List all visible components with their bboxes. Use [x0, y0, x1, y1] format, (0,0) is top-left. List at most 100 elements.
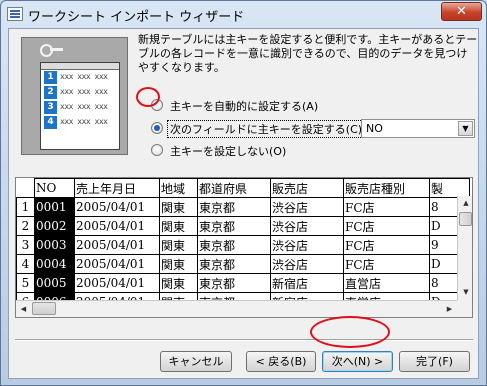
table-cell: 関東	[159, 235, 198, 255]
radio-choose-key[interactable]	[151, 122, 163, 134]
key-cell: 0002	[34, 216, 75, 236]
key-number-badge: 2	[44, 86, 57, 99]
primary-key-illustration: 1 xxx xxx xxx 2 xxx xxx xxx 3 xxx xxx xx…	[21, 37, 128, 155]
table-cell: 東京都	[197, 235, 271, 255]
column-header[interactable]: 売上年月日	[74, 178, 160, 198]
primary-key-field-select[interactable]: NO ▼	[361, 119, 475, 138]
scroll-right-icon[interactable]: ▶	[442, 301, 457, 317]
data-preview-grid[interactable]: NO 売上年月日 地域 都道府県 販売店 販売店種別 製 1 0001 2005…	[15, 177, 473, 318]
table-cell: 2005/04/01	[74, 254, 160, 274]
table-row: 4 0004 2005/04/01 関東 東京都 渋谷店 FC店 D	[16, 254, 470, 274]
corner-cell	[16, 178, 35, 198]
horizontal-scrollbar[interactable]: ◀ ▶	[16, 300, 457, 317]
primary-key-field-value: NO	[366, 122, 383, 135]
row-number: 5	[16, 273, 35, 293]
table-row: 2 0002 2005/04/01 関東 東京都 渋谷店 FC店 D	[16, 216, 470, 236]
back-button[interactable]: < 戻る(B)	[246, 351, 316, 372]
key-cell: 0005	[34, 273, 75, 293]
vertical-scrollbar[interactable]: ▲ ▼	[457, 196, 472, 300]
chevron-down-icon[interactable]: ▼	[458, 121, 473, 136]
table-cell: 2005/04/01	[74, 197, 160, 217]
row-number: 3	[16, 235, 35, 255]
row-number: 4	[16, 254, 35, 274]
illustration-row: 4 xxx xxx xxx	[41, 115, 119, 130]
close-button[interactable]: ✕	[441, 2, 482, 21]
row-number: 2	[16, 216, 35, 236]
title-bar[interactable]: ワークシート インポート ウィザード ✕	[1, 1, 486, 29]
illustration-table-header	[41, 63, 119, 70]
key-number-badge: 4	[44, 116, 57, 129]
table-row: 1 0001 2005/04/01 関東 東京都 渋谷店 FC店 8	[16, 197, 470, 217]
table-cell: 2005/04/01	[74, 235, 160, 255]
table-cell: 渋谷店	[270, 235, 344, 255]
column-header[interactable]: NO	[34, 178, 75, 198]
preview-table: NO 売上年月日 地域 都道府県 販売店 販売店種別 製 1 0001 2005…	[16, 178, 470, 312]
table-row: 5 0005 2005/04/01 関東 東京都 新宿店 直営店 8	[16, 273, 470, 293]
table-cell: 2005/04/01	[74, 273, 160, 293]
window-title: ワークシート インポート ウィザード	[28, 10, 245, 25]
description-text: 新規テーブルには主キーを設定すると便利です。主キーがあるとテーブルの各レコードを…	[138, 33, 478, 74]
key-number-badge: 1	[44, 71, 57, 84]
table-cell: 直営店	[343, 273, 430, 293]
key-number-badge: 3	[44, 101, 57, 114]
table-row: 3 0003 2005/04/01 関東 東京都 渋谷店 FC店 9	[16, 235, 470, 255]
option-choose-key-label: 次のフィールドに主キーを設定する(C)	[167, 120, 366, 138]
table-cell: 2005/04/01	[74, 216, 160, 236]
scroll-left-icon[interactable]: ◀	[16, 301, 31, 317]
key-cell: 0003	[34, 235, 75, 255]
option-auto-key[interactable]: 主キーを自動的に設定する(A)	[151, 97, 351, 113]
table-cell: FC店	[343, 197, 430, 217]
column-header[interactable]: 販売店	[270, 178, 344, 198]
wizard-window: ワークシート インポート ウィザード ✕ 1 xxx xxx xxx 2 xxx…	[0, 0, 487, 386]
placeholder-text: xxx xxx xxx	[60, 117, 108, 126]
table-cell: 渋谷店	[270, 197, 344, 217]
option-choose-key[interactable]: 次のフィールドに主キーを設定する(C)	[151, 120, 366, 138]
illustration-table: 1 xxx xxx xxx 2 xxx xxx xxx 3 xxx xxx xx…	[40, 62, 120, 150]
column-header[interactable]: 地域	[159, 178, 198, 198]
finish-button[interactable]: 完了(F)	[399, 351, 470, 372]
highlight-circle-next	[310, 316, 390, 348]
scroll-up-icon[interactable]: ▲	[458, 196, 472, 211]
column-header[interactable]: 販売店種別	[343, 178, 430, 198]
illustration-row: 1 xxx xxx xxx	[41, 70, 119, 85]
placeholder-text: xxx xxx xxx	[60, 72, 108, 81]
scrollbar-corner	[457, 300, 472, 317]
horizontal-scroll-thumb[interactable]	[32, 302, 56, 315]
illustration-row: 3 xxx xxx xxx	[41, 100, 119, 115]
vertical-scroll-thumb[interactable]	[459, 212, 472, 226]
highlight-circle-radio	[136, 87, 160, 107]
key-cell: 0001	[34, 197, 75, 217]
option-no-key-label: 主キーを設定しない(O)	[170, 145, 287, 158]
table-cell: 渋谷店	[270, 216, 344, 236]
column-header[interactable]: 都道府県	[197, 178, 271, 198]
next-button[interactable]: 次へ(N) >	[322, 351, 393, 372]
illustration-row: 2 xxx xxx xxx	[41, 85, 119, 100]
table-cell: 新宿店	[270, 273, 344, 293]
table-cell: 東京都	[197, 197, 271, 217]
table-cell: 東京都	[197, 216, 271, 236]
column-header[interactable]: 製	[429, 178, 470, 198]
cancel-button[interactable]: キャンセル	[160, 351, 232, 372]
table-header-row: NO 売上年月日 地域 都道府県 販売店 販売店種別 製	[16, 178, 470, 198]
table-cell: 渋谷店	[270, 254, 344, 274]
table-cell: FC店	[343, 254, 430, 274]
placeholder-text: xxx xxx xxx	[60, 87, 108, 96]
table-cell: 関東	[159, 273, 198, 293]
scroll-down-icon[interactable]: ▼	[458, 285, 472, 300]
table-cell: 東京都	[197, 273, 271, 293]
table-cell: 東京都	[197, 254, 271, 274]
option-auto-key-label: 主キーを自動的に設定する(A)	[170, 100, 319, 113]
option-no-key[interactable]: 主キーを設定しない(O)	[151, 142, 311, 158]
table-cell: 関東	[159, 254, 198, 274]
table-cell: FC店	[343, 235, 430, 255]
table-cell: 関東	[159, 197, 198, 217]
worksheet-icon	[7, 7, 23, 21]
row-number: 1	[16, 197, 35, 217]
radio-no-key[interactable]	[151, 144, 163, 156]
key-cell: 0004	[34, 254, 75, 274]
divider	[15, 339, 473, 341]
key-icon	[40, 44, 64, 57]
wizard-body: 1 xxx xxx xxx 2 xxx xxx xxx 3 xxx xxx xx…	[8, 28, 479, 379]
table-cell: FC店	[343, 216, 430, 236]
table-cell: 関東	[159, 216, 198, 236]
